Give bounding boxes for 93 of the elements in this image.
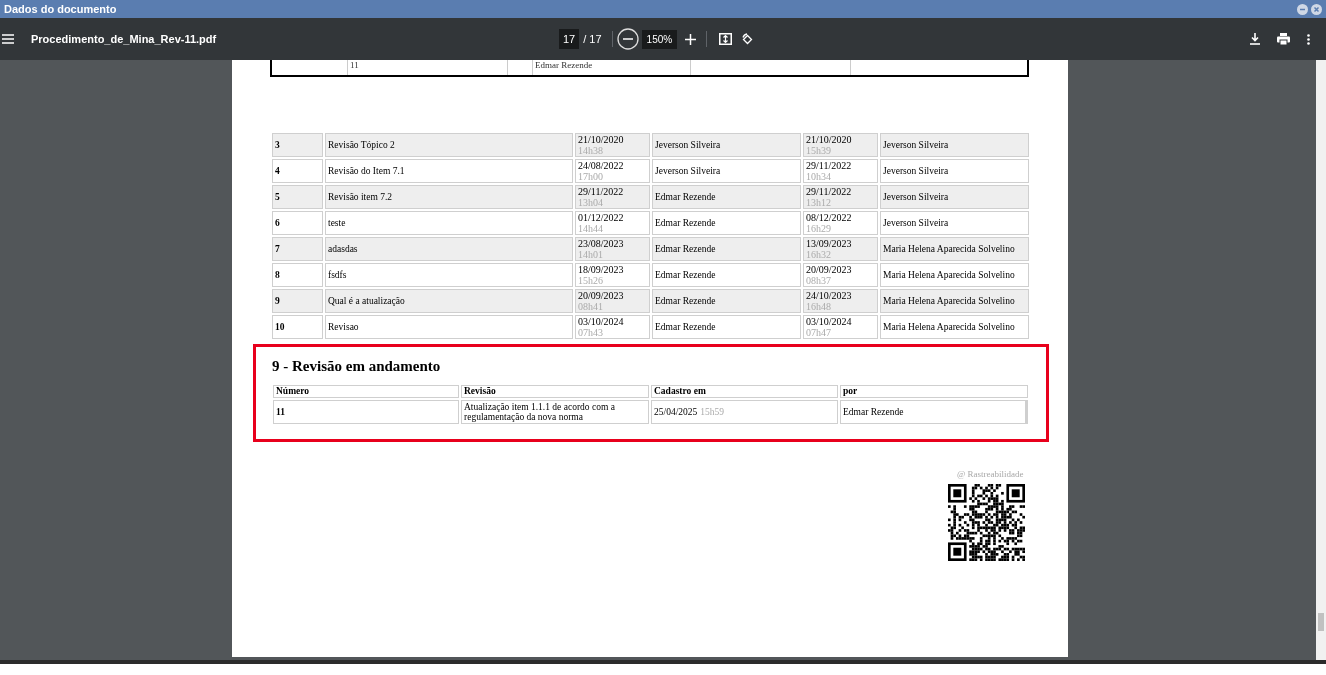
page-number-field[interactable]: 17: [559, 28, 580, 50]
date-text: 21/10/2020: [578, 134, 625, 145]
table-cell: Edmar Rezende: [652, 237, 801, 261]
table-cell: 5: [272, 185, 323, 209]
time-text: 15h59: [700, 405, 725, 419]
column-header: Revisão: [461, 385, 649, 398]
fit-page-icon[interactable]: [719, 33, 733, 45]
date-text: 03/10/2024: [806, 316, 853, 327]
column-header: por: [840, 385, 1028, 398]
time-text: 14h44: [578, 223, 604, 234]
section-heading: 9 - Revisão em andamento: [272, 357, 441, 376]
table-cell: Revisão item 7.2: [325, 185, 573, 209]
time-text: 07h43: [578, 327, 604, 338]
table-cell: Maria Helena Aparecida Solvelino: [880, 289, 1029, 313]
table-cell: Edmar Rezende: [652, 211, 801, 235]
minimize-icon[interactable]: [1297, 3, 1308, 15]
table-cell: Edmar Rezende: [652, 289, 801, 313]
zoom-field[interactable]: 150%: [641, 29, 678, 49]
window-title: Dados do documento: [4, 1, 117, 17]
page-total: / 17: [583, 31, 602, 47]
table-cell: Revisao: [325, 315, 573, 339]
time-text: 10h34: [806, 171, 832, 182]
table-cell: Edmar Rezende: [652, 185, 801, 209]
time-text: 16h29: [806, 223, 832, 234]
table-cell: 4: [272, 159, 323, 183]
table-cell: Atualização item 1.1.1 de acordo com a regulamentação da nova norma: [461, 400, 649, 424]
time-text: 16h32: [806, 249, 832, 260]
table-cell: Jeverson Silveira: [652, 133, 801, 157]
table-cell: Jeverson Silveira: [880, 133, 1029, 157]
table-cell: Jeverson Silveira: [880, 159, 1029, 183]
date-text: 29/11/2022: [806, 160, 853, 171]
date-text: 01/12/2022: [578, 212, 625, 223]
more-options-icon[interactable]: [1307, 33, 1310, 45]
table-cell: Qual é a atualização: [325, 289, 573, 313]
table-cell: Jeverson Silveira: [652, 159, 801, 183]
date-text: 24/08/2022: [578, 160, 625, 171]
table-cell: 9: [272, 289, 323, 313]
date-text: 23/08/2023: [578, 238, 625, 249]
table-cell: Maria Helena Aparecida Solvelino: [880, 263, 1029, 287]
file-name: Procedimento_de_Mina_Rev-11.pdf: [31, 31, 217, 47]
table-cell: 10: [272, 315, 323, 339]
date-text: 03/10/2024: [578, 316, 625, 327]
time-text: 13h12: [806, 197, 832, 208]
table-cell: Revisão do Item 7.1: [325, 159, 573, 183]
table-cell: 8: [272, 263, 323, 287]
table-cell: Jeverson Silveira: [880, 185, 1029, 209]
column-header: Cadastro em: [651, 385, 838, 398]
time-text: 16h48: [806, 301, 832, 312]
time-text: 13h04: [578, 197, 604, 208]
table-cell: Edmar Rezende: [532, 60, 690, 75]
menu-icon[interactable]: [2, 34, 14, 44]
table-cell: 6: [272, 211, 323, 235]
date-text: 20/09/2023: [806, 264, 853, 275]
date-text: 13/09/2023: [806, 238, 853, 249]
close-icon[interactable]: [1311, 3, 1322, 15]
table-cell: 7: [272, 237, 323, 261]
table-cell: fsdfs: [325, 263, 573, 287]
date-text: 29/11/2022: [578, 186, 625, 197]
date-text: 25/04/2025: [654, 405, 698, 419]
time-text: 08h37: [806, 275, 832, 286]
date-text: 21/10/2020: [806, 134, 853, 145]
table-cell: Edmar Rezende: [652, 315, 801, 339]
table-cell: 11: [273, 400, 459, 424]
table-cell: teste: [325, 211, 573, 235]
rotate-icon[interactable]: [741, 32, 755, 46]
date-text: 24/10/2023: [806, 290, 853, 301]
time-text: 07h47: [806, 327, 832, 338]
table-cell: 3: [272, 133, 323, 157]
download-icon[interactable]: [1250, 33, 1260, 45]
scrollbar[interactable]: [1316, 60, 1326, 660]
table-cell: 11: [347, 60, 507, 75]
table-cell: Jeverson Silveira: [880, 211, 1029, 235]
table-cell: Maria Helena Aparecida Solvelino: [880, 315, 1029, 339]
table-cell: adasdas: [325, 237, 573, 261]
time-text: 14h38: [578, 145, 604, 156]
time-text: 14h01: [578, 249, 604, 260]
table-cell: Edmar Rezende: [840, 400, 1028, 424]
table-cell: Maria Helena Aparecida Solvelino: [880, 237, 1029, 261]
zoom-in-icon[interactable]: [685, 33, 697, 45]
time-text: 17h00: [578, 171, 604, 182]
date-text: 29/11/2022: [806, 186, 853, 197]
table-cell: Edmar Rezende: [652, 263, 801, 287]
time-text: 15h26: [578, 275, 604, 286]
date-text: 18/09/2023: [578, 264, 625, 275]
traceability-label: @ Rastreabilidade: [957, 468, 1024, 481]
column-header: Número: [273, 385, 459, 398]
time-text: 15h39: [806, 145, 832, 156]
table-cell: Revisão Tópico 2: [325, 133, 573, 157]
time-text: 08h41: [578, 301, 604, 312]
zoom-out-icon[interactable]: [616, 28, 639, 50]
date-text: 20/09/2023: [578, 290, 625, 301]
print-icon[interactable]: [1277, 33, 1290, 45]
date-text: 08/12/2022: [806, 212, 853, 223]
